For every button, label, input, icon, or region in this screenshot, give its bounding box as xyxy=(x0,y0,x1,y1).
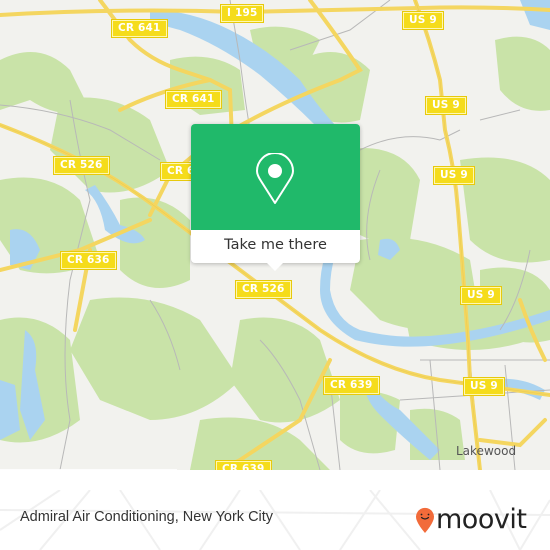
road-label-i195: I 195 xyxy=(221,5,264,22)
moovit-wordmark: moovit xyxy=(436,504,527,535)
road-label-cr639: CR 639 xyxy=(216,461,271,470)
road-label-cr6: CR 6 xyxy=(161,163,192,180)
popup-header xyxy=(191,124,360,230)
place-title: Admiral Air Conditioning, New York City xyxy=(20,509,274,525)
map-pin-icon xyxy=(256,153,294,204)
road-label-cr639: CR 639 xyxy=(324,377,379,394)
moovit-logo[interactable]: moovit xyxy=(415,500,527,540)
map-attribution[interactable]: © OpenStreetMap contributors xyxy=(0,469,177,470)
road-label-us9: US 9 xyxy=(464,378,504,395)
road-label-cr526: CR 526 xyxy=(54,157,109,174)
road-label-us9: US 9 xyxy=(403,12,443,29)
road-label-us9: US 9 xyxy=(426,97,466,114)
road-label-us9: US 9 xyxy=(461,287,501,304)
road-label-cr641: CR 641 xyxy=(112,20,167,37)
road-label-cr641: CR 641 xyxy=(166,91,221,108)
location-popup[interactable]: Take me there xyxy=(191,124,360,271)
road-label-cr526: CR 526 xyxy=(236,281,291,298)
road-label-cr636: CR 636 xyxy=(61,252,116,269)
road-label-us9: US 9 xyxy=(434,167,474,184)
place-label-lakewood: Lakewood xyxy=(456,444,517,458)
footer-bar: Admiral Air Conditioning, New York City … xyxy=(0,490,550,550)
take-me-there-button[interactable]: Take me there xyxy=(191,230,360,263)
map-view[interactable]: CR 641 I 195 CR 641 US 9 US 9 CR 526 CR … xyxy=(0,0,550,470)
popup-pointer xyxy=(267,263,283,271)
moovit-pin-icon xyxy=(416,507,434,533)
